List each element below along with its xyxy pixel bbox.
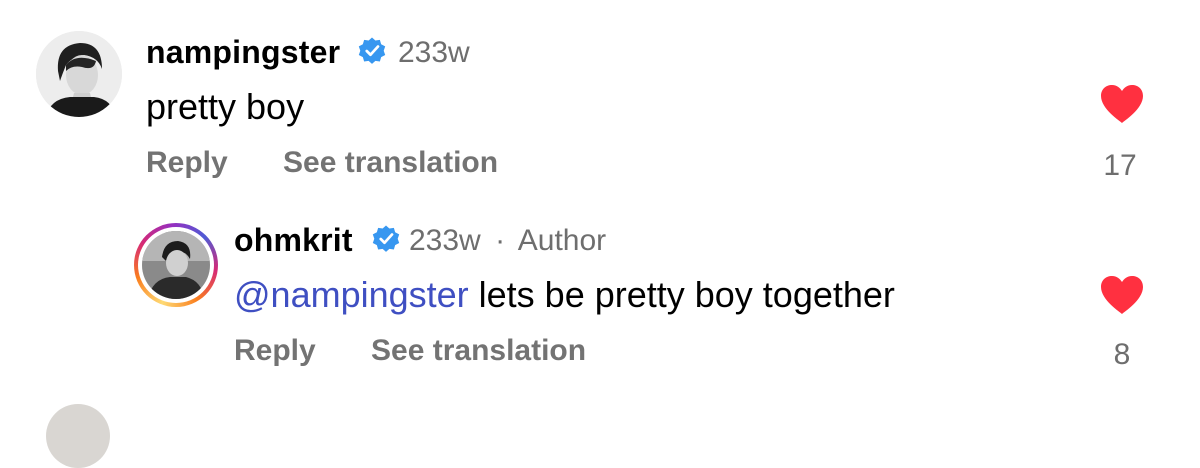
like-count: 8 bbox=[1113, 338, 1131, 371]
verified-badge-icon bbox=[372, 225, 400, 252]
verified-badge-icon bbox=[358, 37, 386, 64]
reply-button[interactable]: Reply bbox=[234, 334, 316, 368]
see-translation-button[interactable]: See translation bbox=[371, 334, 586, 368]
comment-meta: 233w · Author bbox=[409, 224, 606, 258]
comment-ohmkrit: ohmkrit 233w · Author @nampingster lets … bbox=[0, 200, 1200, 390]
meta-separator: · bbox=[495, 224, 506, 257]
reply-button[interactable]: Reply bbox=[146, 146, 228, 180]
mention-link[interactable]: @nampingster bbox=[234, 274, 469, 315]
avatar-next-comment[interactable] bbox=[46, 404, 110, 468]
avatar-ohmkrit[interactable] bbox=[142, 231, 210, 299]
comment-nampingster: nampingster 233w pretty boy Reply See tr… bbox=[0, 0, 1200, 200]
heart-filled-icon[interactable] bbox=[1099, 274, 1145, 316]
comment-username[interactable]: ohmkrit bbox=[234, 222, 353, 259]
comment-username[interactable]: nampingster bbox=[146, 34, 340, 71]
comment-time: 233w bbox=[409, 224, 481, 257]
like-count: 17 bbox=[1103, 149, 1137, 182]
heart-filled-icon[interactable] bbox=[1099, 83, 1145, 125]
comment-text: pretty boy bbox=[146, 86, 305, 127]
author-label: Author bbox=[517, 224, 607, 257]
reply-text: lets be pretty boy together bbox=[468, 274, 895, 315]
comment-text: @nampingster lets be pretty boy together bbox=[234, 274, 895, 316]
see-translation-button[interactable]: See translation bbox=[283, 146, 498, 180]
avatar-nampingster[interactable] bbox=[36, 31, 122, 117]
comment-time: 233w bbox=[398, 36, 470, 69]
